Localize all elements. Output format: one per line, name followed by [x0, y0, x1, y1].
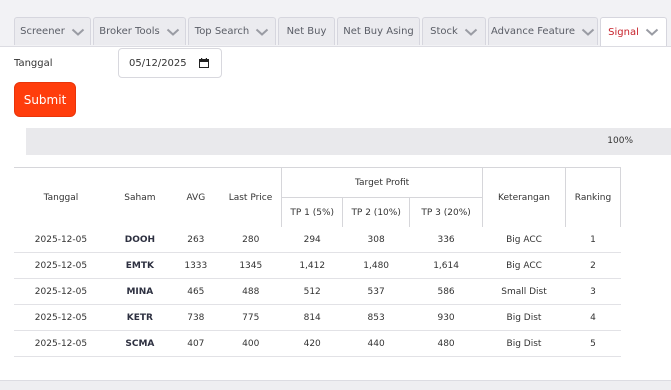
tab-stock[interactable]: Stock: [422, 17, 486, 45]
cell-saham: EMTK: [107, 252, 172, 279]
cell-saham: MINA: [107, 278, 172, 305]
cell-avg: 1333: [171, 252, 220, 279]
cell-saham: SCMA: [107, 330, 172, 357]
date-value: 05/12/2025: [129, 57, 187, 69]
cell-tp3: 336: [409, 227, 483, 253]
tab-advance-feature[interactable]: Advance Feature: [488, 17, 598, 45]
cell-ranking: 3: [565, 278, 621, 305]
table-row: 2025-12-05 DOOH 263 280 294 308 336 Big ACC 1: [14, 227, 621, 253]
signal-table: Tanggal Saham AVG Last Price Target Prof…: [14, 167, 622, 357]
col-header-tp1: TP 1 (5%): [281, 197, 344, 227]
cell-tp2: 853: [342, 304, 410, 331]
col-header-target-profit: Target Profit: [281, 167, 484, 198]
cell-last-price: 488: [219, 278, 282, 305]
cell-last-price: 400: [219, 330, 282, 357]
tab-top-search[interactable]: Top Search: [188, 17, 276, 45]
table-row: 2025-12-05 MINA 465 488 512 537 586 Small Dist 3: [14, 278, 621, 305]
cell-tp3: 1,614: [409, 252, 483, 279]
cell-tp1: 294: [281, 227, 343, 253]
cell-last-price: 280: [219, 227, 282, 253]
progress-text: 100%: [607, 136, 633, 146]
tab-bar: Screener Broker Tools Top Search Net Buy…: [0, 0, 671, 47]
col-header-tp3: TP 3 (20%): [409, 197, 484, 227]
col-header-last-price: Last Price: [219, 167, 282, 227]
cell-tanggal: 2025-12-05: [14, 227, 108, 253]
cell-tp2: 1,480: [342, 252, 410, 279]
cell-avg: 738: [171, 304, 220, 331]
tab-label: Broker Tools: [99, 26, 160, 37]
cell-tanggal: 2025-12-05: [14, 330, 108, 357]
cell-avg: 407: [171, 330, 220, 357]
cell-tp1: 512: [281, 278, 343, 305]
chevron-down-icon: [166, 27, 180, 37]
cell-tp1: 1,412: [281, 252, 343, 279]
col-header-tp2: TP 2 (10%): [342, 197, 411, 227]
cell-keterangan: Small Dist: [482, 278, 566, 305]
cell-last-price: 1345: [219, 252, 282, 279]
progress-bar: 100%: [26, 128, 671, 155]
chevron-down-icon: [464, 27, 478, 37]
cell-tp3: 586: [409, 278, 483, 305]
chevron-down-icon: [581, 27, 595, 37]
col-header-keterangan: Keterangan: [482, 167, 566, 227]
submit-button[interactable]: Submit: [14, 82, 76, 117]
cell-avg: 465: [171, 278, 220, 305]
cell-keterangan: Big ACC: [482, 252, 566, 279]
chevron-down-icon: [71, 27, 85, 37]
cell-tp3: 930: [409, 304, 483, 331]
cell-tanggal: 2025-12-05: [14, 304, 108, 331]
col-header-tanggal: Tanggal: [14, 167, 108, 227]
cell-avg: 263: [171, 227, 220, 253]
cell-tp2: 440: [342, 330, 410, 357]
date-input[interactable]: 05/12/2025: [118, 48, 222, 78]
cell-keterangan: Big Dist: [482, 330, 566, 357]
cell-keterangan: Big Dist: [482, 304, 566, 331]
col-header-saham: Saham: [107, 167, 172, 227]
divider: [0, 380, 671, 381]
progress-fill: [26, 128, 671, 155]
tab-label: Stock: [430, 26, 458, 37]
cell-tp2: 308: [342, 227, 410, 253]
tab-net-buy[interactable]: Net Buy: [278, 17, 335, 45]
table-row: 2025-12-05 SCMA 407 400 420 440 480 Big Dist 5: [14, 330, 621, 357]
cell-ranking: 1: [565, 227, 621, 253]
cell-ranking: 2: [565, 252, 621, 279]
cell-tp1: 814: [281, 304, 343, 331]
tab-label: Signal: [608, 26, 639, 38]
table-body: 2025-12-05 DOOH 263 280 294 308 336 Big ACC 1 202…: [14, 227, 621, 357]
cell-keterangan: Big ACC: [482, 227, 566, 253]
chevron-down-icon: [255, 27, 269, 37]
date-label: Tanggal: [14, 58, 53, 69]
table-row: 2025-12-05 KETR 738 775 814 853 930 Big Dist 4: [14, 304, 621, 331]
tab-net-buy-asing[interactable]: Net Buy Asing: [337, 17, 420, 45]
cell-tp1: 420: [281, 330, 343, 357]
cell-tanggal: 2025-12-05: [14, 278, 108, 305]
tab-label: Net Buy Asing: [343, 26, 414, 37]
tab-label: Advance Feature: [490, 26, 575, 37]
chevron-down-icon: [645, 27, 659, 37]
calendar-icon[interactable]: [199, 58, 209, 68]
col-header-ranking: Ranking: [565, 167, 622, 227]
table-row: 2025-12-05 EMTK 1333 1345 1,412 1,480 1,614 Big…: [14, 252, 621, 279]
tab-broker-tools[interactable]: Broker Tools: [93, 17, 186, 45]
tab-label: Screener: [20, 26, 65, 37]
cell-tp2: 537: [342, 278, 410, 305]
tab-label: Top Search: [194, 26, 250, 37]
cell-last-price: 775: [219, 304, 282, 331]
col-header-avg: AVG: [171, 167, 220, 227]
cell-ranking: 4: [565, 304, 621, 331]
cell-saham: KETR: [107, 304, 172, 331]
tab-label: Net Buy: [286, 26, 327, 37]
cell-tp3: 480: [409, 330, 483, 357]
cell-ranking: 5: [565, 330, 621, 357]
cell-saham: DOOH: [107, 227, 172, 253]
tab-signal[interactable]: Signal: [600, 17, 667, 46]
signal-panel: Screener Broker Tools Top Search Net Buy…: [0, 0, 671, 380]
tab-screener[interactable]: Screener: [14, 17, 91, 45]
cell-tanggal: 2025-12-05: [14, 252, 108, 279]
